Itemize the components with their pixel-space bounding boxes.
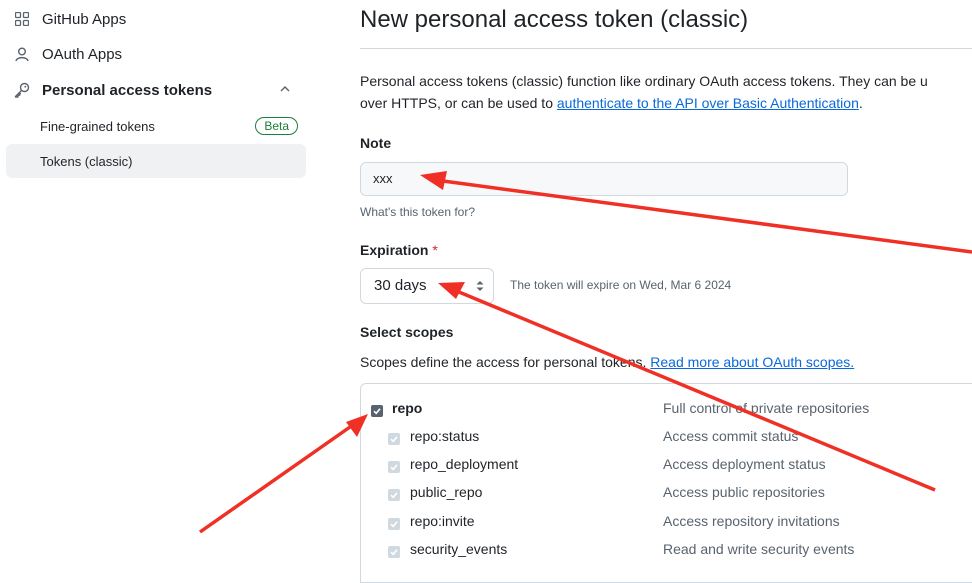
sidebar-item-github-apps[interactable]: GitHub Apps xyxy=(6,3,306,35)
sidebar-item-label: Tokens (classic) xyxy=(40,153,133,169)
oauth-scopes-link[interactable]: Read more about OAuth scopes. xyxy=(650,354,854,370)
expiration-date-note: The token will expire on Wed, Mar 6 2024 xyxy=(510,278,732,292)
description-line-1: Personal access tokens (classic) functio… xyxy=(360,73,928,89)
scope-row-repo-deployment: repo_deployment Access deployment status xyxy=(360,453,972,479)
sidebar-item-label: OAuth Apps xyxy=(42,45,123,63)
sidebar-item-tokens-classic[interactable]: Tokens (classic) xyxy=(6,144,306,178)
repo-invite-checkbox[interactable] xyxy=(388,518,400,530)
note-input[interactable]: xxx xyxy=(360,162,848,196)
apps-grid-icon xyxy=(14,11,30,27)
public-repo-checkbox[interactable] xyxy=(388,489,400,501)
scope-row-repo-invite: repo:invite Access repository invitation… xyxy=(360,510,972,536)
sidebar-item-fine-grained-tokens[interactable]: Fine-grained tokens Beta xyxy=(6,109,306,143)
chevron-up-icon[interactable] xyxy=(278,82,292,96)
page-title: New personal access token (classic) xyxy=(360,6,749,33)
scope-description: Access repository invitations xyxy=(663,513,840,529)
scope-description: Access commit status xyxy=(663,428,799,444)
scope-name: security_events xyxy=(410,541,508,557)
scope-row-repo: repo Full control of private repositorie… xyxy=(360,397,972,423)
title-divider xyxy=(360,48,972,49)
scope-row-public-repo: public_repo Access public repositories xyxy=(360,481,972,507)
security-events-checkbox[interactable] xyxy=(388,546,400,558)
beta-badge: Beta xyxy=(255,117,298,135)
repo-deployment-checkbox[interactable] xyxy=(388,461,400,473)
select-arrows-icon xyxy=(476,281,484,291)
settings-sidebar: GitHub Apps OAuth Apps Personal access t… xyxy=(0,0,310,560)
sidebar-item-label: Personal access tokens xyxy=(42,81,213,99)
main-content: New personal access token (classic) Pers… xyxy=(360,0,972,583)
repo-checkbox[interactable] xyxy=(371,405,383,417)
sidebar-item-personal-access-tokens[interactable]: Personal access tokens xyxy=(6,74,306,106)
scope-name: public_repo xyxy=(410,484,483,500)
note-hint: What's this token for? xyxy=(360,205,476,219)
key-icon xyxy=(14,82,30,98)
scope-description: Full control of private repositories xyxy=(663,400,870,416)
sidebar-item-oauth-apps[interactable]: OAuth Apps xyxy=(6,38,306,70)
scopes-description: Scopes define the access for personal to… xyxy=(360,354,854,370)
scope-name: repo xyxy=(392,400,423,416)
expiration-label-text: Expiration xyxy=(360,242,429,258)
person-icon xyxy=(14,46,30,62)
note-label: Note xyxy=(360,135,392,151)
scope-description: Access deployment status xyxy=(663,456,826,472)
scope-row-security-events: security_events Read and write security … xyxy=(360,538,972,564)
description-line-2: over HTTPS, or can be used to authentica… xyxy=(360,92,972,114)
scope-row-repo-status: repo:status Access commit status xyxy=(360,425,972,451)
expiration-selected-value: 30 days xyxy=(374,277,427,294)
scope-name: repo:status xyxy=(410,428,480,444)
scope-name: repo:invite xyxy=(410,513,475,529)
page-description: Personal access tokens (classic) functio… xyxy=(360,70,972,114)
required-asterisk: * xyxy=(432,242,438,258)
sidebar-item-label: GitHub Apps xyxy=(42,10,127,28)
expiration-label: Expiration * xyxy=(360,242,438,258)
scopes-description-text: Scopes define the access for personal to… xyxy=(360,354,651,370)
expiration-select[interactable]: 30 days xyxy=(360,268,494,304)
scope-description: Access public repositories xyxy=(663,484,825,500)
basic-auth-link[interactable]: authenticate to the API over Basic Authe… xyxy=(557,95,859,111)
scope-description: Read and write security events xyxy=(663,541,855,557)
scope-name: repo_deployment xyxy=(410,456,519,472)
description-text: over HTTPS, or can be used to xyxy=(360,95,557,111)
repo-status-checkbox[interactable] xyxy=(388,433,400,445)
sidebar-item-label: Fine-grained tokens xyxy=(40,118,155,134)
select-scopes-label: Select scopes xyxy=(360,324,454,340)
description-period: . xyxy=(858,95,863,111)
